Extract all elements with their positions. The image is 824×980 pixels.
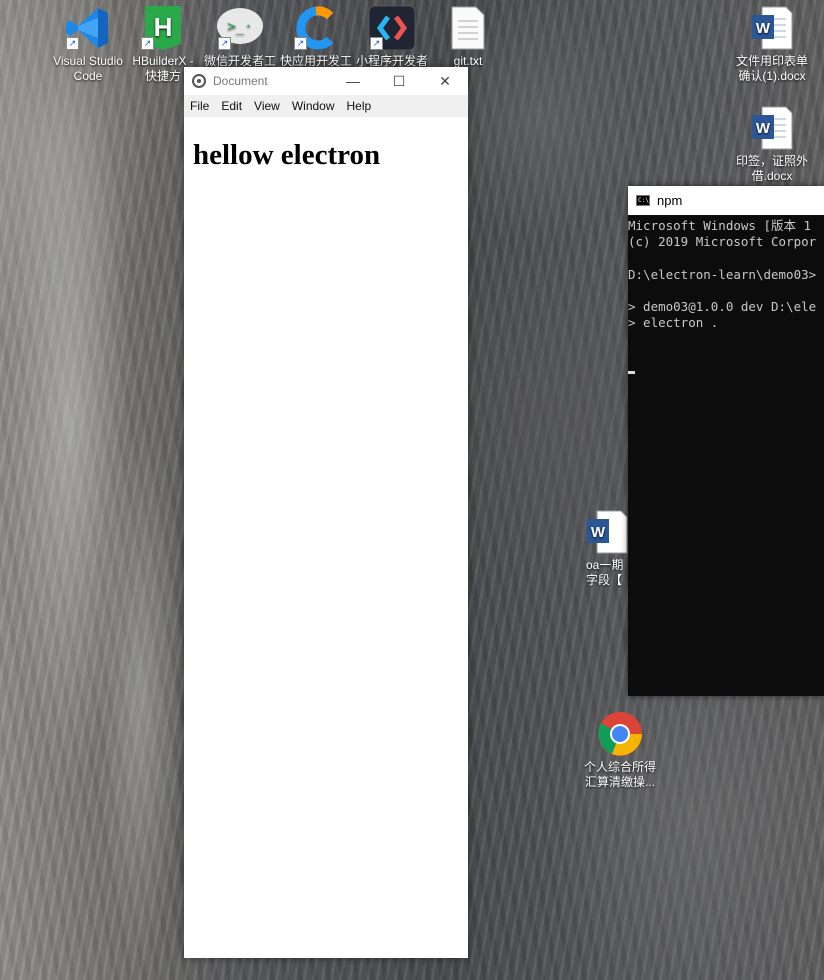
menu-edit[interactable]: Edit bbox=[215, 99, 248, 113]
minimize-button[interactable]: — bbox=[330, 67, 376, 95]
menu-view[interactable]: View bbox=[248, 99, 286, 113]
console-line: > electron . bbox=[628, 315, 719, 331]
menu-bar: File Edit View Window Help bbox=[184, 95, 468, 117]
window-content: hellow electron bbox=[184, 139, 468, 172]
console-line: Microsoft Windows [版本 1 bbox=[628, 218, 812, 233]
desktop-icon-label: 个人综合所得汇算清缴操... bbox=[583, 760, 656, 789]
svg-text:W: W bbox=[756, 20, 771, 37]
text-file-icon bbox=[444, 4, 492, 52]
hbuilderx-icon: H ↗ bbox=[139, 4, 187, 52]
window-titlebar[interactable]: Document — ☐ ✕ bbox=[184, 67, 468, 95]
desktop-icon-chrome[interactable]: 个人综合所得汇算清缴操... bbox=[580, 710, 660, 790]
menu-window[interactable]: Window bbox=[286, 99, 341, 113]
svg-text:W: W bbox=[756, 120, 771, 137]
desktop-icon-label: 印签，证照外借.docx bbox=[735, 154, 808, 183]
miniprogram-icon: ↗ bbox=[368, 4, 416, 52]
console-title: npm bbox=[657, 193, 683, 208]
console-cursor bbox=[628, 370, 635, 374]
chrome-icon bbox=[596, 710, 644, 758]
menu-help[interactable]: Help bbox=[341, 99, 378, 113]
svg-text:H: H bbox=[154, 12, 173, 42]
menu-file[interactable]: File bbox=[184, 99, 215, 113]
word-icon: W bbox=[748, 4, 796, 52]
desktop-icon-quickapp[interactable]: ↗ 快应用开发工 bbox=[278, 4, 354, 69]
close-button[interactable]: ✕ bbox=[422, 67, 468, 95]
desktop-icon-wechat-devtools[interactable]: >_· ↗ 微信开发者工 bbox=[202, 4, 278, 69]
console-titlebar[interactable]: C:\ npm bbox=[628, 186, 824, 215]
desktop-icon-label: 文件用印表单确认(1).docx bbox=[735, 54, 808, 83]
npm-console-window[interactable]: C:\ npm Microsoft Windows [版本 1 (c) 2019… bbox=[628, 186, 824, 696]
console-icon: C:\ bbox=[636, 195, 650, 206]
desktop-icon-docx-2[interactable]: W 印签，证照外借.docx bbox=[732, 104, 812, 184]
desktop-icon-miniprogram[interactable]: ↗ 小程序开发者 bbox=[354, 4, 430, 69]
wechat-devtools-icon: >_· ↗ bbox=[216, 4, 264, 52]
vscode-icon: ↗ bbox=[64, 4, 112, 52]
console-line: (c) 2019 Microsoft Corpor bbox=[628, 234, 817, 250]
console-line: > demo03@1.0.0 dev D:\ele bbox=[628, 299, 817, 315]
page-heading: hellow electron bbox=[193, 139, 381, 171]
desktop-icon-docx-3[interactable]: W oa一期字段【 bbox=[582, 508, 632, 588]
electron-window[interactable]: Document — ☐ ✕ File Edit View Window Hel… bbox=[184, 67, 468, 958]
desktop-icon-git-txt[interactable]: git.txt bbox=[430, 4, 506, 69]
desktop-icon-vscode[interactable]: ↗ Visual Studio Code bbox=[50, 4, 126, 84]
word-icon: W bbox=[583, 508, 631, 556]
console-line: D:\electron-learn\demo03> bbox=[628, 266, 817, 282]
maximize-button[interactable]: ☐ bbox=[376, 67, 422, 95]
word-icon: W bbox=[748, 104, 796, 152]
svg-text:W: W bbox=[591, 524, 606, 541]
desktop-icon-label: Visual Studio Code bbox=[53, 54, 123, 83]
window-title: Document bbox=[213, 74, 268, 88]
desktop-icon-docx-1[interactable]: W 文件用印表单确认(1).docx bbox=[732, 4, 812, 84]
electron-app-icon bbox=[192, 74, 206, 88]
svg-text:>_·: >_· bbox=[227, 19, 252, 35]
quickapp-icon: ↗ bbox=[292, 4, 340, 52]
desktop-icon-label: oa一期字段【 bbox=[586, 558, 624, 587]
console-output[interactable]: Microsoft Windows [版本 1 (c) 2019 Microso… bbox=[628, 215, 824, 380]
